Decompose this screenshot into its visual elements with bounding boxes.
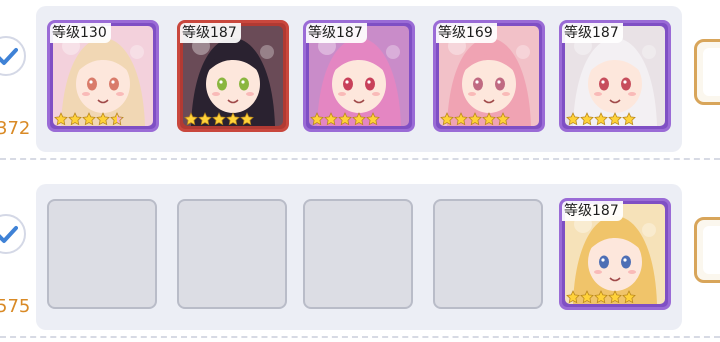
team-power-value: 575 [0, 296, 31, 317]
empty-unit-slot[interactable] [47, 199, 157, 309]
star-rating [54, 112, 124, 126]
star-icon [198, 112, 212, 126]
star-icon [110, 112, 124, 126]
star-icon [310, 112, 324, 126]
level-value: 187 [592, 203, 619, 219]
unit-portrait[interactable]: 等级187 [559, 20, 671, 132]
star-icon [212, 112, 226, 126]
level-tag: 等级187 [306, 23, 367, 43]
star-icon [566, 112, 580, 126]
star-icon [184, 112, 198, 126]
level-value: 187 [336, 25, 363, 41]
star-icon [440, 112, 454, 126]
unit-portrait[interactable]: 等级187 [303, 20, 415, 132]
level-prefix: 等级 [308, 25, 336, 41]
row-divider [0, 158, 720, 162]
level-tag: 等级130 [50, 23, 111, 43]
select-team-checkbox[interactable] [0, 214, 26, 254]
level-prefix: 等级 [564, 203, 592, 219]
star-icon [68, 112, 82, 126]
level-value: 187 [210, 25, 237, 41]
level-value: 187 [592, 25, 619, 41]
unit-portrait[interactable]: 等级187 [177, 20, 289, 132]
star-icon [324, 112, 338, 126]
select-team-checkbox[interactable] [0, 36, 26, 76]
star-icon [594, 112, 608, 126]
team-action-button[interactable] [694, 39, 720, 105]
star-icon [82, 112, 96, 126]
star-icon [482, 112, 496, 126]
unit-portrait[interactable]: 等级130 [47, 20, 159, 132]
row-divider [0, 336, 720, 340]
star-icon [226, 112, 240, 126]
star-icon [352, 112, 366, 126]
level-prefix: 等级 [564, 25, 592, 41]
star-icon [240, 112, 254, 126]
star-icon [580, 290, 594, 304]
star-icon [622, 290, 636, 304]
team-list: 372 等级130 等级187 等级187 等级169 等级187 575 等级… [0, 0, 720, 342]
star-icon [496, 112, 510, 126]
level-value: 130 [80, 25, 107, 41]
empty-unit-slot[interactable] [177, 199, 287, 309]
star-icon [468, 112, 482, 126]
star-rating [184, 112, 254, 126]
star-icon [580, 112, 594, 126]
level-prefix: 等级 [52, 25, 80, 41]
level-prefix: 等级 [438, 25, 466, 41]
empty-unit-slot[interactable] [303, 199, 413, 309]
star-icon [366, 112, 380, 126]
star-icon [454, 112, 468, 126]
star-rating [440, 112, 510, 126]
star-icon [608, 290, 622, 304]
star-icon [566, 290, 580, 304]
team-action-button[interactable] [694, 217, 720, 283]
star-icon [622, 112, 636, 126]
star-rating [566, 290, 636, 304]
unit-portrait[interactable]: 等级169 [433, 20, 545, 132]
star-icon [594, 290, 608, 304]
unit-portrait[interactable]: 等级187 [559, 198, 671, 310]
level-tag: 等级187 [562, 201, 623, 221]
level-tag: 等级187 [562, 23, 623, 43]
level-prefix: 等级 [182, 25, 210, 41]
star-icon [54, 112, 68, 126]
level-tag: 等级169 [436, 23, 497, 43]
level-value: 169 [466, 25, 493, 41]
star-icon [96, 112, 110, 126]
empty-unit-slot[interactable] [433, 199, 543, 309]
star-icon [338, 112, 352, 126]
team-power-value: 372 [0, 118, 31, 139]
level-tag: 等级187 [180, 23, 241, 43]
star-icon [608, 112, 622, 126]
star-rating [310, 112, 380, 126]
star-rating [566, 112, 636, 126]
